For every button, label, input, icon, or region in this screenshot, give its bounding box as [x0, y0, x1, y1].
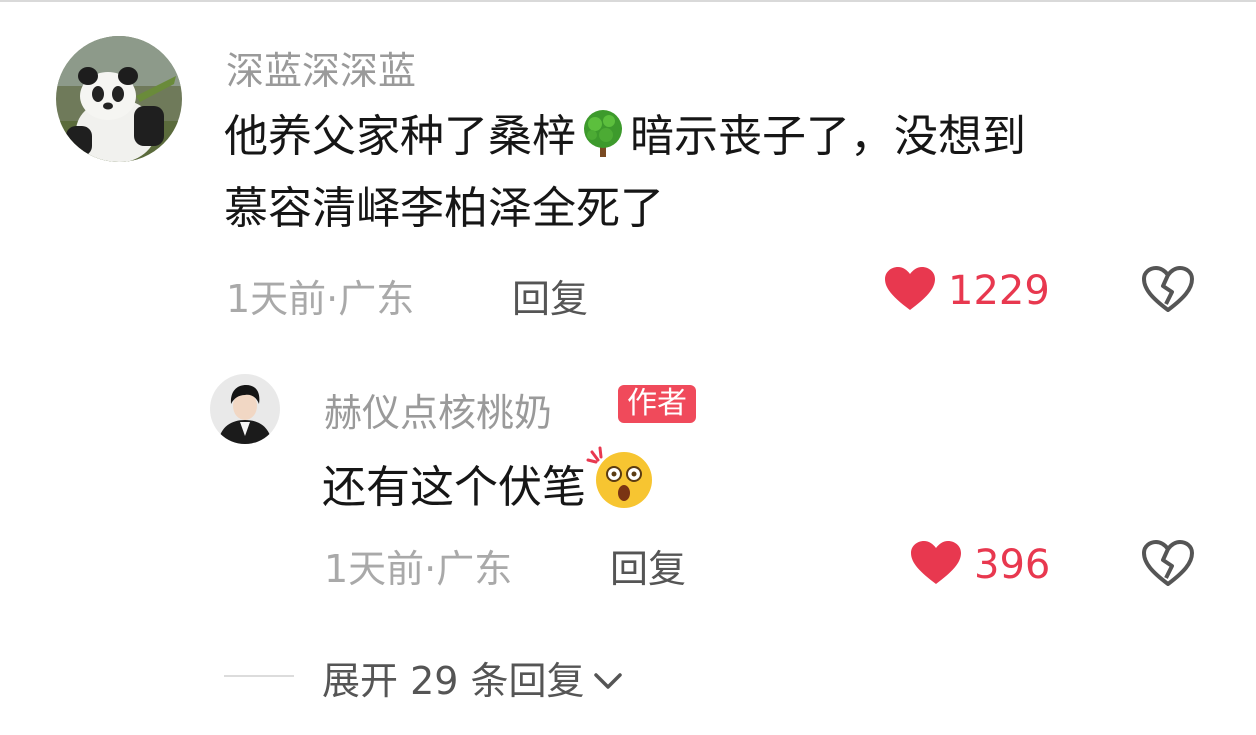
panda-avatar-image [56, 36, 182, 162]
comment-text-part-1: 他养父家种了桑梓 [224, 111, 576, 162]
chevron-down-icon [593, 656, 623, 700]
expand-replies-label: 展开 29 条回复 [322, 659, 585, 703]
comment-text-part-2: 暗示丧子了，没想到 [630, 111, 1026, 162]
comment-thread: 深蓝深深蓝 他养父家种了桑梓 暗示丧子了，没想到 慕容清峄李柏泽全死了 1天前·广… [0, 0, 1256, 735]
shocked-face-emoji-icon [586, 446, 660, 529]
comment-time-location: 1天前·广东 [226, 277, 415, 321]
heart-icon [910, 540, 962, 590]
like-count: 1229 [948, 268, 1050, 314]
tree-emoji-icon [576, 107, 630, 178]
reply-username[interactable]: 赫仪点核桃奶 [324, 382, 552, 437]
expand-replies-button[interactable]: 展开 29 条回复 [322, 650, 623, 705]
reply-button[interactable]: 回复 [512, 268, 588, 323]
like-button[interactable]: 1229 [884, 266, 1050, 316]
reply-reply-button[interactable]: 回复 [610, 538, 686, 593]
reply-like-button[interactable]: 396 [910, 540, 1050, 590]
reply-text-content: 还有这个伏笔 [322, 462, 586, 513]
comment-text-line-2: 慕容清峄李柏泽全死了 [224, 183, 664, 234]
reply-dislike-button[interactable] [1142, 540, 1194, 592]
heart-icon [884, 266, 936, 316]
dislike-button[interactable] [1142, 266, 1194, 318]
author-badge: 作者 [618, 385, 696, 423]
avatar[interactable] [56, 36, 182, 162]
reply-time-location: 1天前·广东 [324, 547, 513, 591]
expand-divider [224, 675, 294, 677]
comment-text: 他养父家种了桑梓 暗示丧子了，没想到 慕容清峄李柏泽全死了 [224, 106, 1224, 240]
broken-heart-icon [1142, 266, 1194, 318]
person-avatar-image [210, 374, 280, 444]
broken-heart-icon [1142, 540, 1194, 592]
reply-like-count: 396 [974, 542, 1051, 588]
reply-avatar[interactable] [210, 374, 280, 444]
reply-text: 还有这个伏笔 [322, 446, 1122, 529]
divider [0, 0, 1256, 2]
comment-username[interactable]: 深蓝深深蓝 [226, 40, 416, 95]
